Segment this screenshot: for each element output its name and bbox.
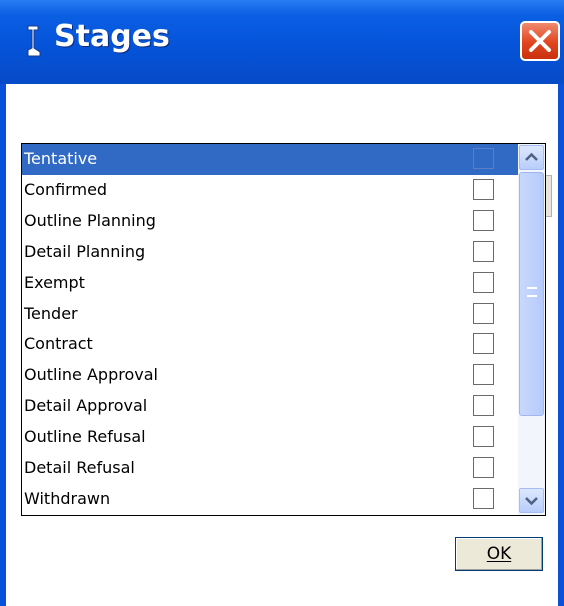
list-item-label: Detail Approval: [24, 396, 148, 416]
list-item[interactable]: Detail Refusal: [22, 453, 518, 484]
scroll-down-button[interactable]: [519, 488, 544, 513]
chevron-down-icon: [525, 497, 538, 506]
list-item-label: Detail Refusal: [24, 458, 135, 477]
window-frame-left: [0, 84, 6, 606]
list-item-label: Outline Refusal: [24, 427, 146, 447]
item-checkbox[interactable]: [473, 178, 494, 200]
item-checkbox[interactable]: [473, 457, 494, 478]
ok-button-label: OK: [486, 544, 512, 564]
boot-icon: [27, 25, 41, 57]
list-item-label: Tentative: [24, 149, 98, 168]
item-checkbox[interactable]: [473, 302, 494, 324]
list-item[interactable]: Exempt: [22, 268, 518, 299]
list-item-label: Tender: [24, 303, 78, 323]
list-item-label: Outline Approval: [24, 365, 158, 385]
chevron-up-icon: [525, 152, 538, 161]
item-checkbox[interactable]: [473, 271, 494, 293]
list-item-label: Withdrawn: [24, 488, 111, 508]
item-checkbox[interactable]: [473, 487, 494, 509]
list-item[interactable]: Detail Planning: [22, 237, 518, 268]
item-checkbox[interactable]: [473, 240, 494, 262]
item-checkbox[interactable]: [473, 426, 494, 448]
window-frame-right: [558, 84, 564, 606]
list-item[interactable]: Outline Refusal: [22, 422, 518, 453]
list-item[interactable]: Contract: [22, 329, 518, 360]
item-checkbox[interactable]: [473, 148, 494, 169]
close-icon: [529, 30, 551, 52]
list-item-label: Exempt: [24, 272, 85, 292]
window-title: Stages: [54, 19, 170, 54]
title-bar[interactable]: Stages: [0, 0, 564, 84]
list-item-label: Outline Planning: [24, 210, 156, 230]
item-checkbox[interactable]: [473, 209, 494, 231]
scroll-up-button[interactable]: [519, 145, 544, 170]
list-item[interactable]: Tentative: [22, 144, 518, 175]
list-item-label: Contract: [24, 334, 93, 354]
list-item[interactable]: Outline Planning: [22, 206, 518, 237]
stages-list: Tentative Confirmed Outline Planning Detail…: [22, 144, 518, 515]
list-item[interactable]: Withdrawn: [22, 484, 518, 515]
thumb-grip: [527, 287, 537, 297]
list-item[interactable]: Confirmed: [22, 175, 518, 206]
item-checkbox[interactable]: [473, 364, 494, 386]
list-item[interactable]: Detail Approval: [22, 391, 518, 422]
list-item-label: Confirmed: [24, 179, 108, 199]
list-item[interactable]: Outline Approval: [22, 360, 518, 391]
close-button[interactable]: [520, 21, 560, 61]
vertical-scrollbar[interactable]: [518, 144, 545, 515]
item-checkbox[interactable]: [473, 395, 494, 417]
list-item-label: Detail Planning: [24, 241, 146, 261]
ok-button[interactable]: OK: [455, 537, 543, 571]
list-item[interactable]: Tender: [22, 299, 518, 330]
scroll-thumb[interactable]: [519, 172, 544, 416]
item-checkbox[interactable]: [473, 333, 494, 355]
stages-listbox[interactable]: Tentative Confirmed Outline Planning Detail…: [21, 143, 546, 516]
